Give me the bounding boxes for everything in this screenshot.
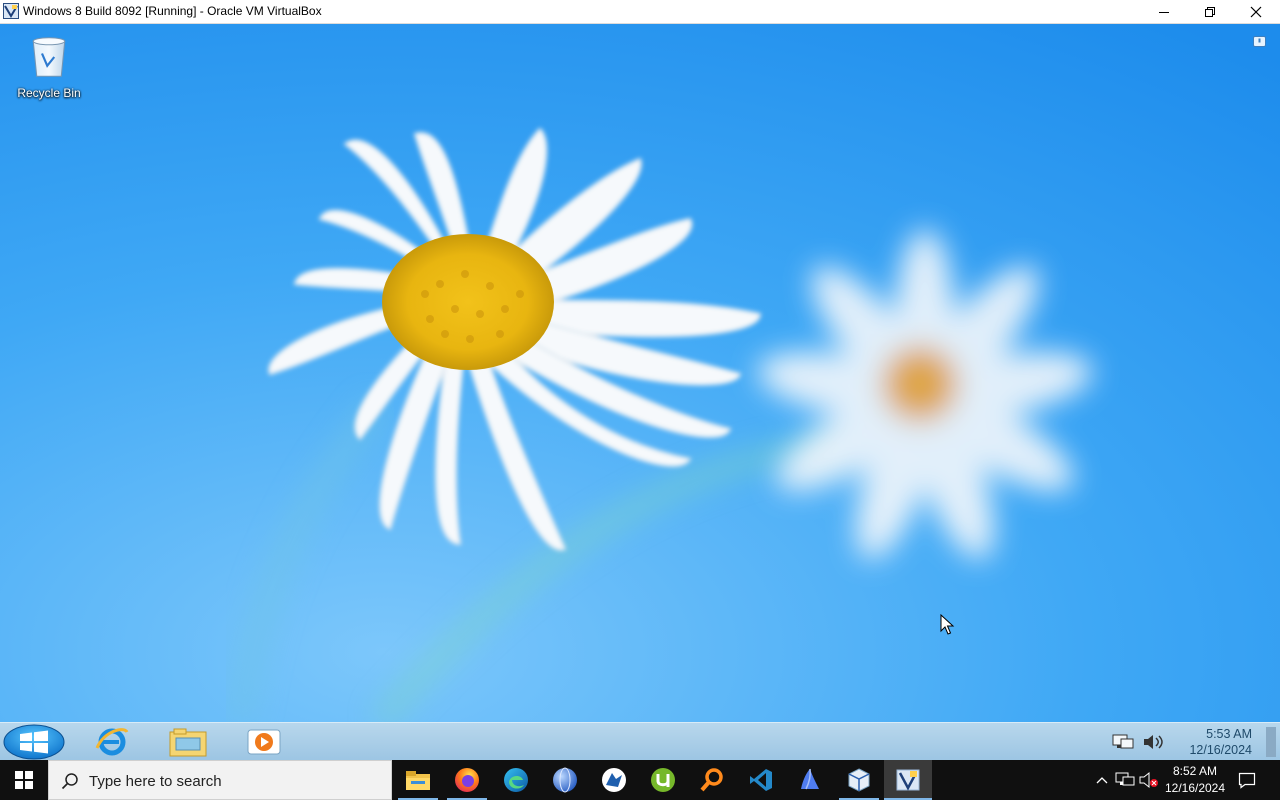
- show-hidden-icons-button[interactable]: [1092, 760, 1112, 800]
- host-network-tray[interactable]: [1114, 760, 1136, 800]
- host-taskbar: 8:52 AM 12/16/2024: [0, 760, 1280, 800]
- windows-orb-icon: [3, 724, 65, 760]
- search-icon: [61, 773, 78, 790]
- vscode-icon: [750, 769, 772, 791]
- taskbar-visual-studio-code[interactable]: [737, 760, 785, 800]
- taskbar-globe-app[interactable]: [541, 760, 589, 800]
- guest-pin-internet-explorer[interactable]: [76, 724, 148, 760]
- globe-icon: [553, 767, 577, 793]
- host-title-bar[interactable]: Windows 8 Build 8092 [Running] - Oracle …: [0, 0, 1280, 24]
- recycle-bin-label: Recycle Bin: [17, 86, 81, 100]
- wallpaper: [0, 24, 1280, 722]
- mouse-pointer-icon: [940, 614, 955, 635]
- volume-muted-icon: [1139, 771, 1158, 789]
- minimize-button[interactable]: [1141, 0, 1187, 23]
- taskbar-edge[interactable]: [492, 760, 540, 800]
- chevron-up-icon: [1096, 777, 1108, 784]
- host-clock-date: 12/16/2024: [1164, 781, 1226, 795]
- close-button[interactable]: [1233, 0, 1279, 23]
- guest-clock-time: 5:53 AM: [1206, 727, 1252, 741]
- edge-icon: [504, 768, 528, 792]
- guest-pin-file-explorer[interactable]: [152, 724, 224, 760]
- network-icon: [1115, 772, 1135, 786]
- virtualbox-vm-icon: [3, 3, 19, 19]
- network-icon: [1112, 734, 1134, 749]
- windows-logo-icon: [15, 771, 33, 789]
- folder-icon: [406, 771, 430, 790]
- action-center-button[interactable]: [1234, 760, 1260, 800]
- guest-notification-icon[interactable]: [1253, 36, 1266, 49]
- firefox-icon: [455, 768, 479, 792]
- ie-icon: [95, 728, 129, 756]
- guest-clock-date: 12/16/2024: [1189, 743, 1252, 757]
- host-volume-tray[interactable]: [1138, 760, 1160, 800]
- utorrent-icon: [651, 768, 675, 792]
- taskbar-firefox[interactable]: [443, 760, 491, 800]
- taskbar-utorrent[interactable]: [639, 760, 687, 800]
- recycle-bin-icon: [32, 37, 66, 77]
- window-title: Windows 8 Build 8092 [Running] - Oracle …: [23, 4, 322, 18]
- taskbar-virtualbox-manager[interactable]: [590, 760, 638, 800]
- minimize-icon: [1159, 11, 1169, 13]
- notification-icon: [1238, 772, 1256, 789]
- taskbar-virtualbox[interactable]: [835, 760, 883, 800]
- virtualbox-icon: [848, 768, 870, 792]
- close-icon: [1250, 6, 1262, 17]
- taskbar-search-tool[interactable]: [688, 760, 736, 800]
- restore-icon: [1205, 6, 1215, 17]
- vm-display[interactable]: Recycle Bin 5:53 AM 12/16/2024: [0, 24, 1280, 760]
- guest-show-desktop-button[interactable]: [1266, 727, 1276, 757]
- media-player-icon: [247, 729, 281, 755]
- host-start-button[interactable]: [0, 760, 48, 800]
- guest-taskbar: 5:53 AM 12/16/2024: [0, 722, 1280, 760]
- magnifier-icon: [700, 768, 723, 792]
- recycle-bin-shortcut[interactable]: Recycle Bin: [8, 30, 90, 100]
- taskbar-blue-app[interactable]: [786, 760, 834, 800]
- restore-button[interactable]: [1187, 0, 1233, 23]
- guest-clock[interactable]: 5:53 AM 12/16/2024: [1162, 726, 1252, 758]
- host-clock-time: 8:52 AM: [1172, 764, 1218, 778]
- taskbar-virtualbox-vm[interactable]: [884, 760, 932, 800]
- guest-start-button[interactable]: [2, 724, 66, 760]
- blue-app-icon: [801, 768, 819, 790]
- host-search-box[interactable]: [48, 760, 392, 800]
- volume-icon: [1144, 735, 1163, 749]
- host-clock[interactable]: 8:52 AM 12/16/2024: [1160, 763, 1230, 797]
- taskbar-file-explorer[interactable]: [394, 760, 442, 800]
- search-input[interactable]: [87, 769, 381, 793]
- vm-window-icon: [896, 769, 920, 791]
- guest-network-tray[interactable]: [1110, 723, 1136, 760]
- folder-icon: [169, 728, 207, 757]
- guest-pin-media-player[interactable]: [228, 724, 300, 760]
- vbox-manager-icon: [602, 768, 626, 792]
